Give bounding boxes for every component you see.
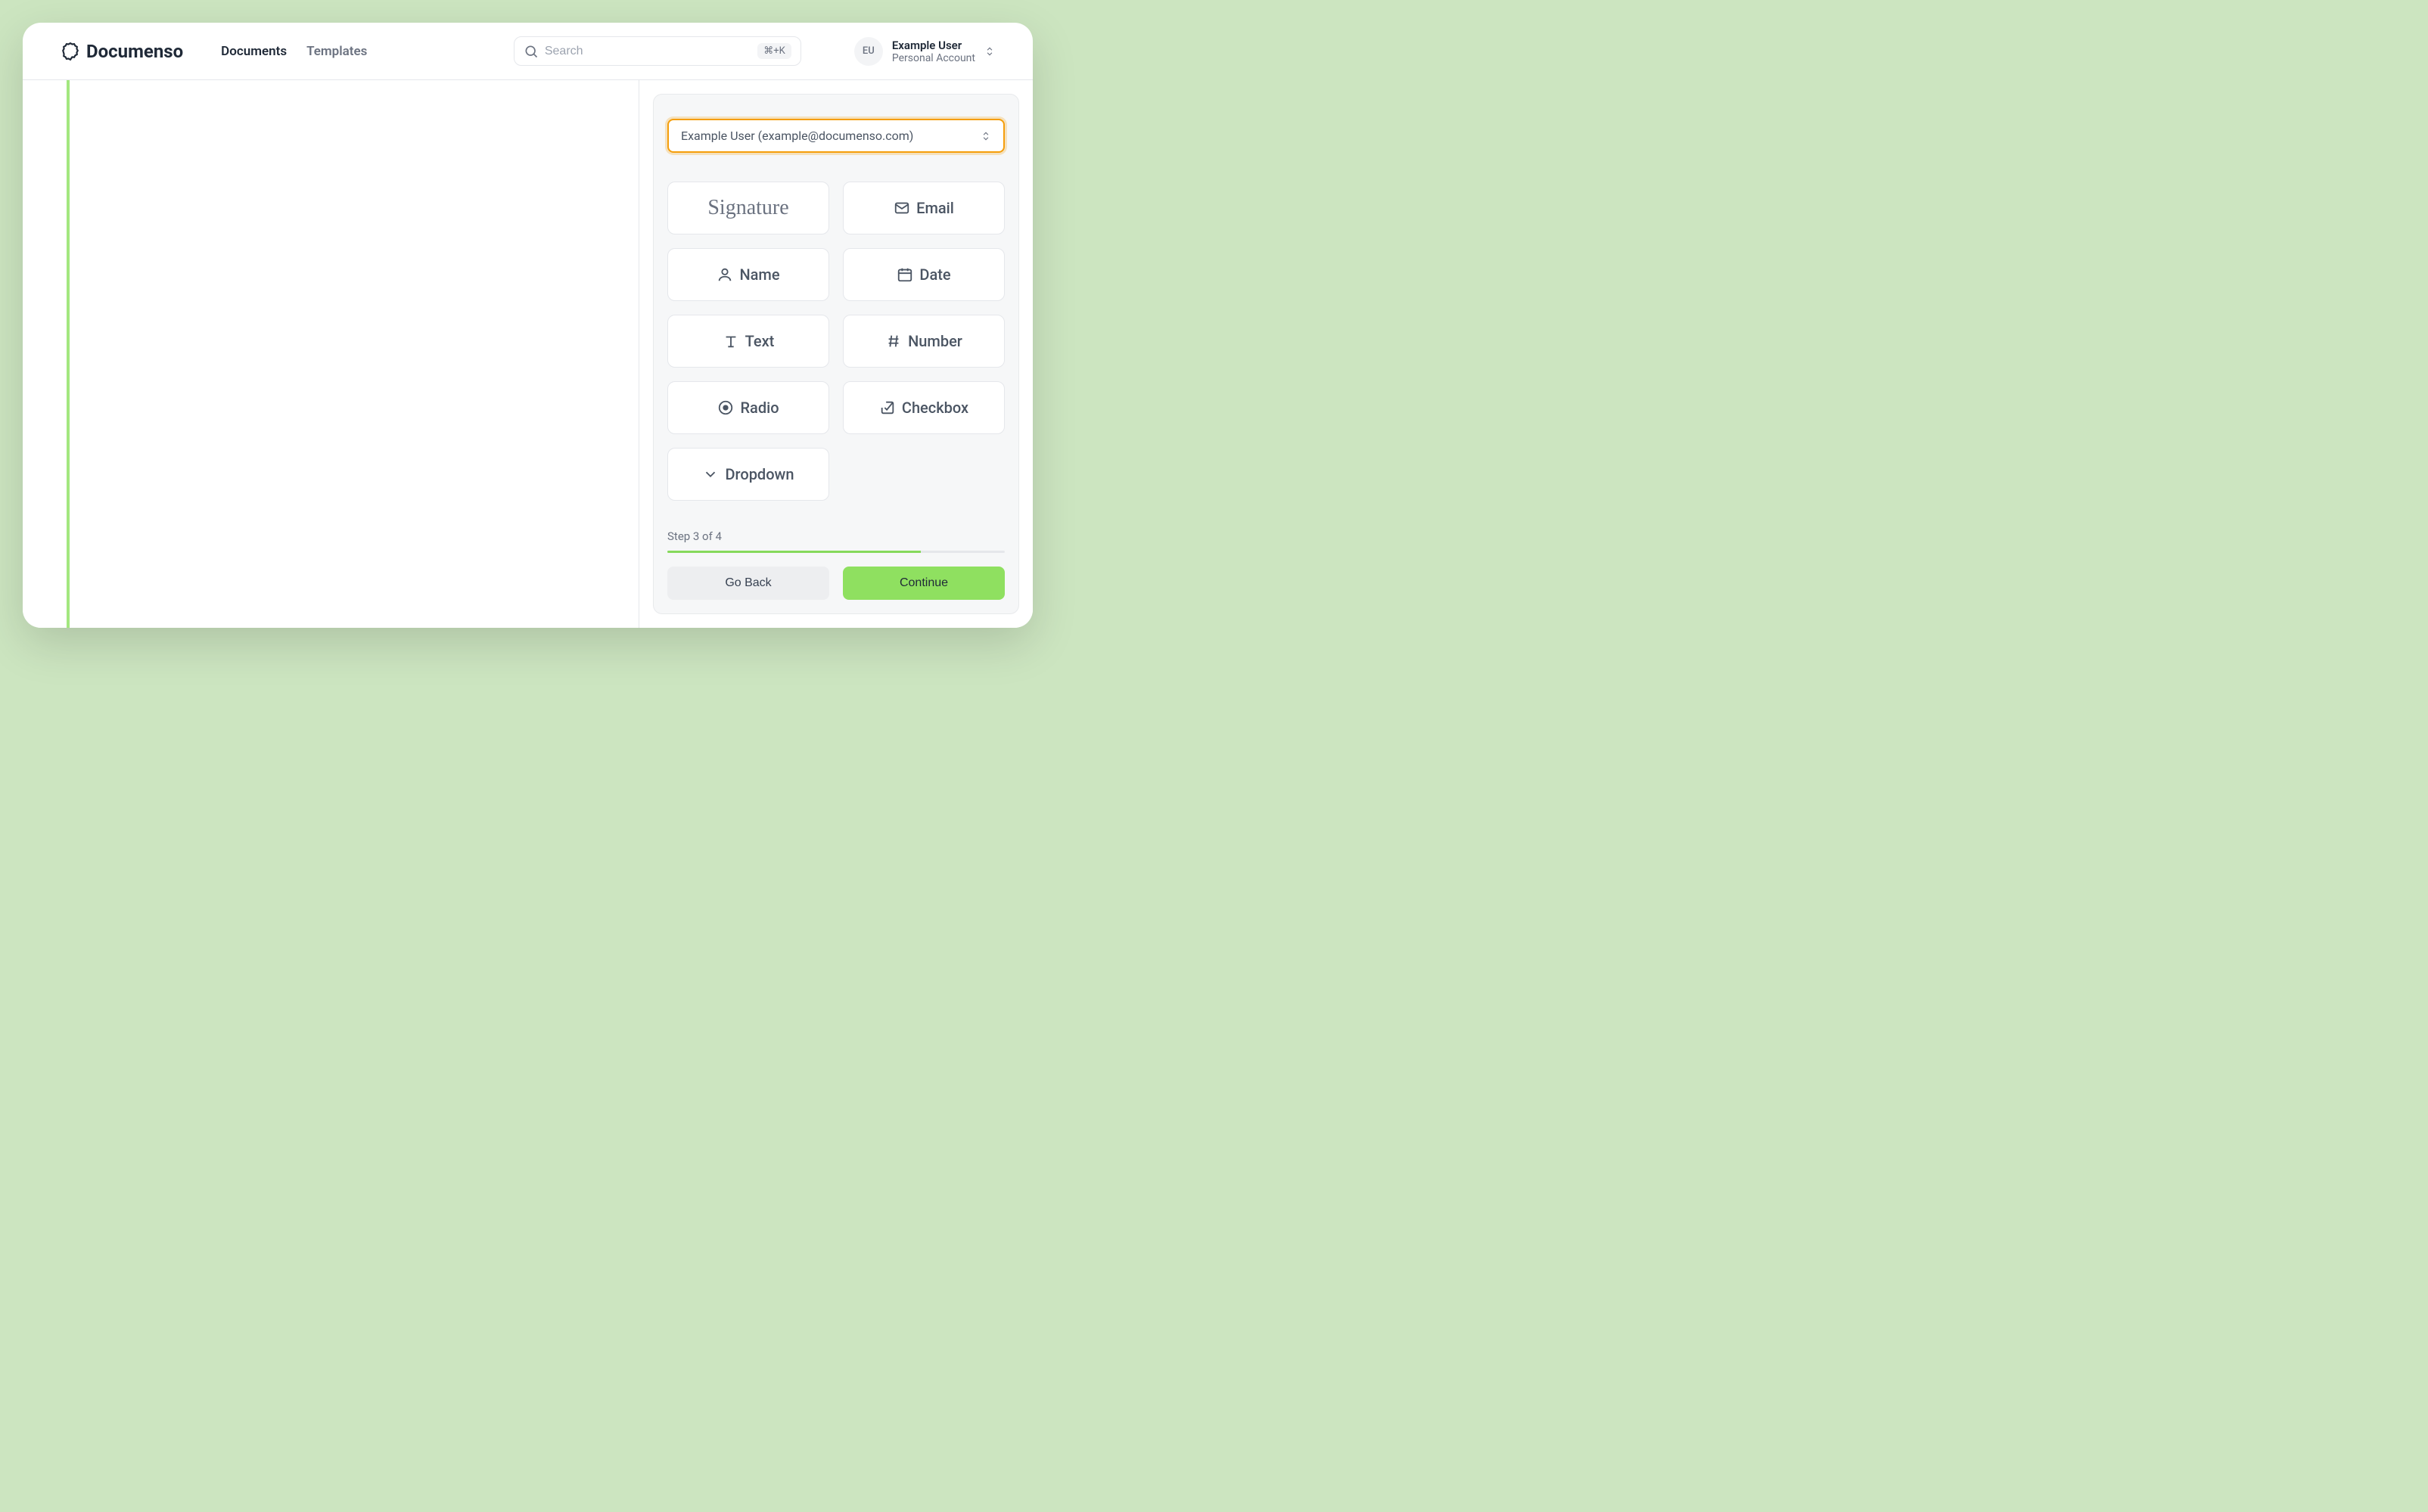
field-date[interactable]: Date	[843, 248, 1005, 301]
signature-label: Signature	[707, 196, 788, 220]
checkbox-icon	[879, 399, 896, 416]
field-radio[interactable]: Radio	[667, 381, 829, 434]
top-bar: Documenso Documents Templates ⌘+K EU Exa…	[23, 23, 1033, 80]
nav-documents[interactable]: Documents	[221, 44, 287, 59]
radio-icon	[717, 399, 734, 416]
avatar: EU	[854, 37, 883, 66]
search-shortcut: ⌘+K	[757, 43, 791, 59]
signer-label: Example User (example@documenso.com)	[681, 129, 913, 143]
step-label: Step 3 of 4	[667, 529, 1005, 543]
field-checkbox[interactable]: Checkbox	[843, 381, 1005, 434]
account-sub: Personal Account	[892, 52, 975, 64]
fields-sidebar: Example User (example@documenso.com) Sig…	[639, 80, 1033, 628]
fields-panel: Example User (example@documenso.com) Sig…	[653, 94, 1019, 614]
app-window: Documenso Documents Templates ⌘+K EU Exa…	[23, 23, 1033, 628]
field-number[interactable]: Number	[843, 315, 1005, 368]
field-signature[interactable]: Signature	[667, 182, 829, 234]
logo-icon	[61, 42, 80, 61]
mail-icon	[894, 200, 910, 216]
type-icon	[723, 333, 739, 349]
chevron-down-icon	[702, 466, 719, 483]
search-icon	[524, 44, 539, 59]
search-input[interactable]	[545, 45, 751, 58]
chevron-up-down-icon	[984, 46, 995, 57]
go-back-button[interactable]: Go Back	[667, 567, 829, 600]
document-canvas[interactable]	[23, 80, 639, 628]
chevron-up-down-icon	[981, 131, 991, 141]
account-name: Example User	[892, 39, 975, 52]
step-footer: Step 3 of 4 Go Back Continue	[667, 514, 1005, 600]
content-area: Example User (example@documenso.com) Sig…	[23, 80, 1033, 628]
brand-name: Documenso	[86, 41, 183, 62]
progress-bar	[667, 551, 1005, 553]
calendar-icon	[897, 266, 913, 283]
progress-fill	[667, 551, 921, 553]
field-name[interactable]: Name	[667, 248, 829, 301]
field-dropdown[interactable]: Dropdown	[667, 448, 829, 501]
continue-button[interactable]: Continue	[843, 567, 1005, 600]
account-menu[interactable]: EU Example User Personal Account	[854, 37, 995, 66]
document-edge-marker	[67, 80, 70, 628]
user-icon	[717, 266, 733, 283]
signer-select[interactable]: Example User (example@documenso.com)	[667, 119, 1005, 153]
hash-icon	[885, 333, 902, 349]
field-email[interactable]: Email	[843, 182, 1005, 234]
step-actions: Go Back Continue	[667, 567, 1005, 600]
fields-grid: Signature Email Name	[667, 182, 1005, 501]
brand-logo[interactable]: Documenso	[61, 41, 183, 62]
field-text[interactable]: Text	[667, 315, 829, 368]
search-bar[interactable]: ⌘+K	[514, 36, 801, 66]
nav-templates[interactable]: Templates	[306, 44, 367, 59]
main-nav: Documents Templates	[221, 44, 367, 59]
